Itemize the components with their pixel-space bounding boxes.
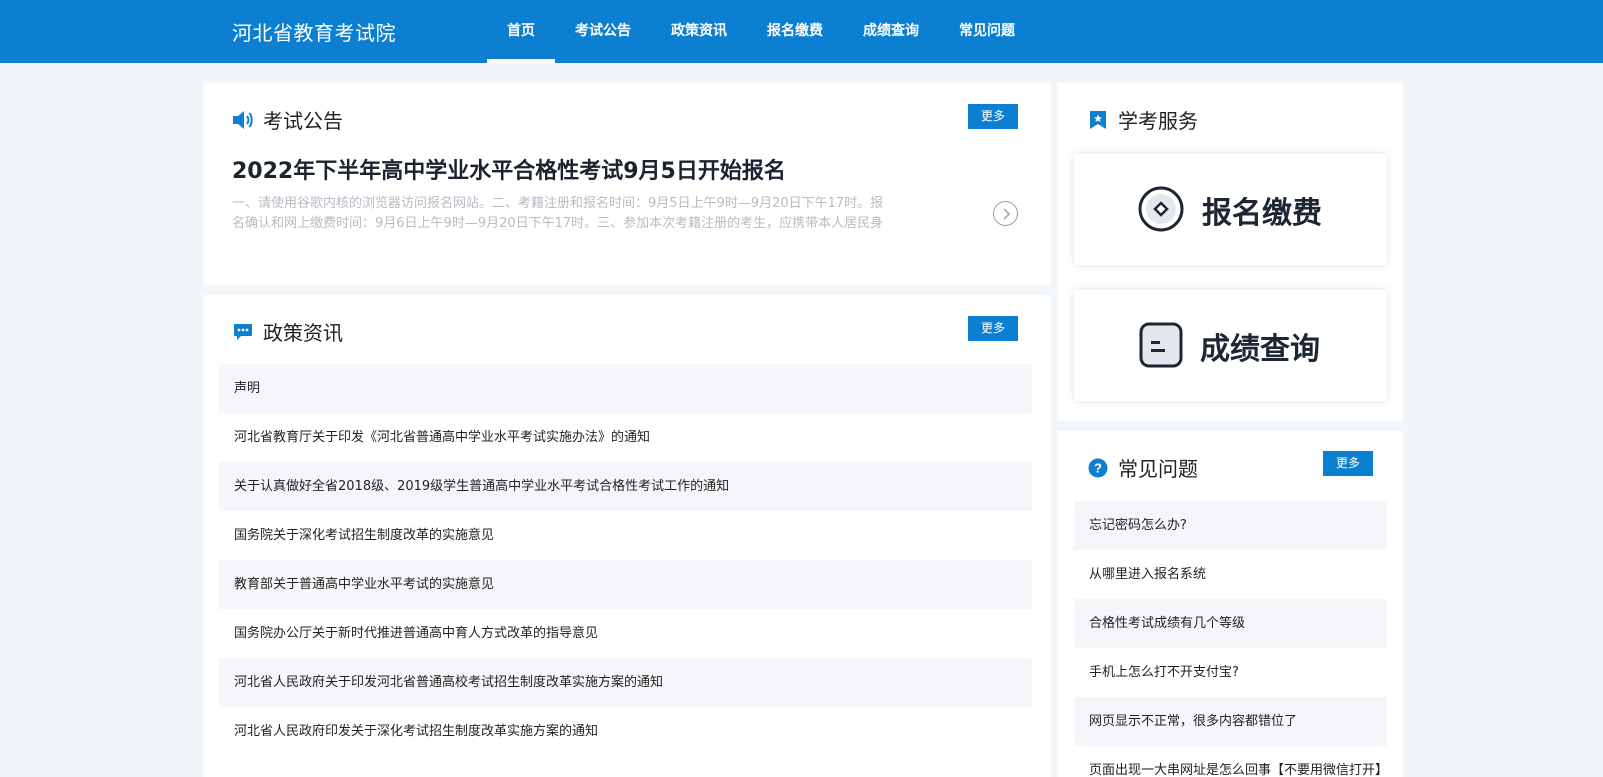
announcement-title: 考试公告 [232, 105, 343, 134]
faq-panel: ? 常见问题 更多 忘记密码怎么办? 从哪里进入报名系统 合格性考试成绩有几个等… [1058, 431, 1403, 777]
register-payment-card[interactable]: 报名缴费 [1074, 154, 1387, 265]
nav-home[interactable]: 首页 [487, 0, 555, 63]
nav-registration[interactable]: 报名缴费 [747, 0, 843, 63]
list-item[interactable]: 合格性考试成绩有几个等级 [1074, 599, 1387, 648]
circle-target-icon [1138, 186, 1184, 232]
services-title: 学考服务 [1087, 105, 1198, 134]
announcement-title-text: 考试公告 [263, 109, 343, 133]
list-item[interactable]: 从哪里进入报名系统 [1074, 550, 1387, 599]
score-query-label: 成绩查询 [1200, 332, 1320, 367]
nav-scores[interactable]: 成绩查询 [843, 0, 939, 63]
policy-title: 政策资讯 [232, 317, 343, 346]
nav-faq[interactable]: 常见问题 [939, 0, 1035, 63]
list-item[interactable]: 河北省人民政府印发关于深化考试招生制度改革实施方案的通知 [219, 707, 1032, 756]
list-item[interactable]: 河北省人民政府关于印发河北省普通高校考试招生制度改革实施方案的通知 [219, 658, 1032, 707]
policy-list: 声明 河北省教育厅关于印发《河北省普通高中学业水平考试实施办法》的通知 关于认真… [219, 364, 1032, 756]
services-panel: 学考服务 报名缴费 成绩查询 [1058, 83, 1403, 421]
policy-panel: 政策资讯 更多 声明 河北省教育厅关于印发《河北省普通高中学业水平考试实施办法》… [203, 295, 1051, 777]
faq-more-button[interactable]: 更多 [1323, 451, 1373, 476]
chat-bubble-icon [232, 321, 254, 343]
list-item[interactable]: 网页显示不正常，很多内容都错位了 [1074, 697, 1387, 746]
list-item[interactable]: 声明 [219, 364, 1032, 413]
services-title-text: 学考服务 [1118, 109, 1198, 133]
announcement-summary: 一、请使用谷歌内核的浏览器访问报名网站。二、考籍注册和报名时间：9月5日上午9时… [232, 196, 884, 231]
bookmark-star-icon [1087, 109, 1109, 131]
site-logo[interactable]: 河北省教育考试院 [232, 17, 396, 46]
list-item[interactable]: 河北省教育厅关于印发《河北省普通高中学业水平考试实施办法》的通知 [219, 413, 1032, 462]
faq-list: 忘记密码怎么办? 从哪里进入报名系统 合格性考试成绩有几个等级 手机上怎么打不开… [1074, 501, 1387, 777]
chevron-right-icon[interactable] [993, 201, 1018, 226]
announcement-panel: 考试公告 更多 2022年下半年高中学业水平合格性考试9月5日开始报名 一、请使… [203, 83, 1051, 285]
policy-title-text: 政策资讯 [263, 321, 343, 345]
question-circle-icon: ? [1087, 457, 1109, 479]
nav-announcements[interactable]: 考试公告 [555, 0, 651, 63]
list-item[interactable]: 页面出现一大串网址是怎么回事【不要用微信打开】 [1074, 746, 1387, 777]
nav-policy[interactable]: 政策资讯 [651, 0, 747, 63]
speaker-icon [232, 109, 254, 131]
score-query-card[interactable]: 成绩查询 [1074, 290, 1387, 401]
list-item[interactable]: 国务院办公厅关于新时代推进普通高中育人方式改革的指导意见 [219, 609, 1032, 658]
register-payment-label: 报名缴费 [1202, 196, 1322, 231]
list-item[interactable]: 关于认真做好全省2018级、2019级学生普通高中学业水平考试合格性考试工作的通… [219, 462, 1032, 511]
top-navbar: 河北省教育考试院 首页 考试公告 政策资讯 报名缴费 成绩查询 常见问题 [0, 0, 1603, 63]
list-item[interactable]: 教育部关于普通高中学业水平考试的实施意见 [219, 560, 1032, 609]
policy-more-button[interactable]: 更多 [968, 316, 1018, 341]
list-item[interactable]: 忘记密码怎么办? [1074, 501, 1387, 550]
faq-title: ? 常见问题 [1087, 453, 1198, 482]
announcement-headline[interactable]: 2022年下半年高中学业水平合格性考试9月5日开始报名 [232, 153, 786, 185]
svg-text:?: ? [1094, 460, 1102, 475]
main-nav: 首页 考试公告 政策资讯 报名缴费 成绩查询 常见问题 [487, 0, 1035, 63]
score-document-icon [1138, 322, 1184, 368]
list-item[interactable]: 国务院关于深化考试招生制度改革的实施意见 [219, 511, 1032, 560]
faq-title-text: 常见问题 [1118, 457, 1198, 481]
list-item[interactable]: 手机上怎么打不开支付宝? [1074, 648, 1387, 697]
announcement-more-button[interactable]: 更多 [968, 104, 1018, 129]
